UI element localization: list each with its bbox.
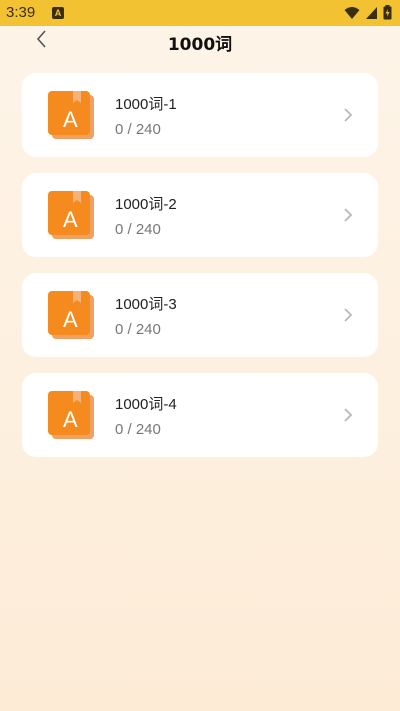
book-icon: A <box>48 391 94 439</box>
signal-icon <box>366 6 377 19</box>
book-letter: A <box>63 307 78 332</box>
chevron-right-icon <box>344 108 353 122</box>
list-item[interactable]: A 1000词-2 0 / 240 <box>22 173 378 257</box>
status-indicators <box>344 5 392 20</box>
book-letter: A <box>63 107 78 132</box>
list-item[interactable]: A 1000词-1 0 / 240 <box>22 73 378 157</box>
page-title: 1000词 <box>167 35 233 55</box>
book-icon: A <box>48 91 94 139</box>
book-letter: A <box>63 207 78 232</box>
chevron-right-icon <box>344 208 353 222</box>
chevron-right-icon <box>344 408 353 422</box>
list-progress: 0 / 240 <box>115 121 161 138</box>
header: 1000词 <box>0 26 400 56</box>
book-letter: A <box>63 407 78 432</box>
list-progress: 0 / 240 <box>115 321 161 338</box>
book-icon: A <box>48 291 94 339</box>
wifi-icon <box>344 6 360 19</box>
battery-icon <box>383 5 392 20</box>
list-title: 1000词-4 <box>115 396 177 413</box>
status-bar: 3:39 A <box>0 0 400 26</box>
word-list: A 1000词-1 0 / 240 A 1000词-2 0 / 240 A 10… <box>22 73 378 473</box>
list-progress: 0 / 240 <box>115 421 161 438</box>
chevron-right-icon <box>344 308 353 322</box>
list-item[interactable]: A 1000词-3 0 / 240 <box>22 273 378 357</box>
book-icon: A <box>48 191 94 239</box>
list-title: 1000词-1 <box>115 96 177 113</box>
list-title: 1000词-2 <box>115 196 177 213</box>
list-title: 1000词-3 <box>115 296 177 313</box>
status-time: 3:39 <box>6 4 36 21</box>
list-progress: 0 / 240 <box>115 221 161 238</box>
notification-app-icon: A <box>52 7 64 19</box>
list-item[interactable]: A 1000词-4 0 / 240 <box>22 373 378 457</box>
